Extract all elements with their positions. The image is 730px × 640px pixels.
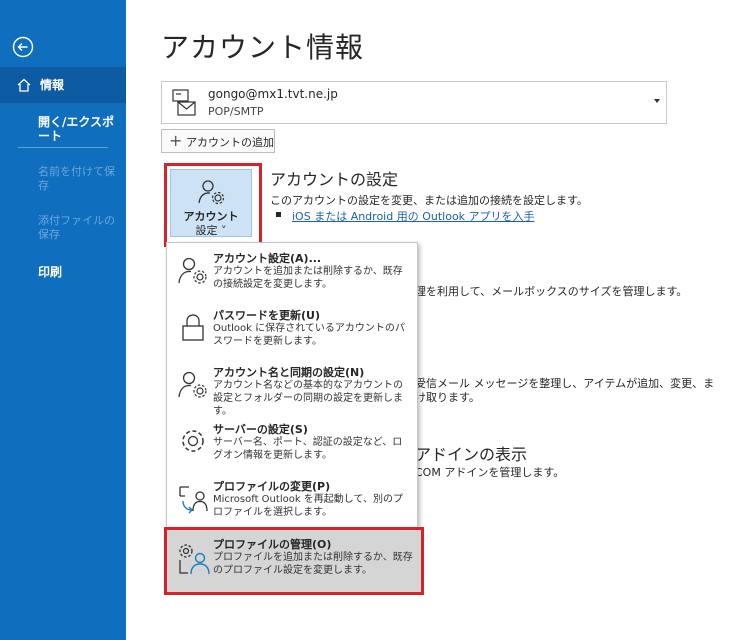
menu-item-change-profile[interactable]: プロファイルの変更(P) Microsoft Outlook を再起動して、別の… (167, 478, 417, 528)
account-type: POP/SMTP (208, 105, 264, 118)
gear-icon (182, 430, 204, 452)
user-gear-icon (178, 371, 207, 398)
account-settings-menu: アカウント設定(A)... アカウントを追加または削除するか、既存の接続設定を変… (166, 242, 418, 530)
menu-item-desc: サーバー名、ポート、認証の設定など、ログオン情報を更新します。 (213, 437, 403, 461)
addins-title: アドインの表示 (415, 445, 528, 464)
menu-item-title: プロファイルの管理(O) (213, 538, 332, 551)
account-selector[interactable]: gongo@mx1.tvt.ne.jp POP/SMTP (161, 81, 667, 124)
nav-item-save-attachments[interactable]: 添付ファイルの保存 (38, 214, 118, 242)
backstage-sidebar: 情報 開く/エクスポート 名前を付けて保存 添付ファイルの保存 印刷 (0, 0, 126, 640)
menu-item-manage-profiles[interactable]: プロファイルの管理(O) プロファイルを追加または削除するか、既存のプロファイル… (167, 530, 421, 592)
lock-icon (182, 314, 204, 341)
profile-switch-icon (179, 486, 208, 514)
nav-item-open-export[interactable]: 開く/エクスポート (38, 115, 118, 143)
account-settings-button[interactable]: アカウント 設定 ˅ (170, 169, 252, 237)
menu-item-desc: アカウントを追加または削除するか、既存の接続設定を変更します。 (213, 266, 403, 290)
user-gear-icon (198, 180, 225, 205)
menu-item-server-settings[interactable]: サーバーの設定(S) サーバー名、ポート、認証の設定など、ログオン情報を更新しま… (167, 421, 417, 471)
menu-item-desc: プロファイルを追加または削除するか、既存のプロファイル設定を変更します。 (213, 552, 413, 576)
nav-item-info[interactable]: 情報 (0, 67, 126, 103)
user-gear-icon (178, 257, 207, 284)
menu-item-title: アカウント名と同期の設定(N) (213, 366, 365, 379)
account-settings-sublabel: 設定 ˅ (195, 224, 227, 237)
section-title: アカウントの設定 (270, 170, 399, 189)
menu-item-title: プロファイルの変更(P) (213, 480, 331, 493)
account-settings-highlight: アカウント 設定 ˅ (164, 163, 262, 247)
menu-item-title: アカウント設定(A)... (213, 252, 322, 265)
page-title: アカウント情報 (161, 31, 365, 64)
chevron-down-icon[interactable] (654, 99, 660, 103)
nav-item-info-label: 情報 (40, 78, 65, 92)
menu-item-title: サーバーの設定(S) (213, 423, 308, 436)
menu-item-account-settings[interactable]: アカウント設定(A)... アカウントを追加または削除するか、既存の接続設定を変… (167, 250, 417, 300)
menu-item-update-password[interactable]: パスワードを更新(U) Outlook に保存されているアカウントのパスワードを… (167, 307, 417, 357)
section-description: このアカウントの設定を変更、または追加の接続を設定します。 (270, 194, 588, 207)
manage-profiles-highlight: プロファイルの管理(O) プロファイルを追加または削除するか、既存のプロファイル… (164, 527, 424, 595)
mail-account-icon (172, 89, 196, 116)
menu-item-title: パスワードを更新(U) (213, 309, 320, 322)
get-outlook-app-link[interactable]: iOS または Android 用の Outlook アプリを入手 (292, 208, 535, 224)
home-icon (17, 78, 31, 92)
nav-divider (18, 147, 108, 148)
add-account-button[interactable]: + アカウントの追加 (161, 129, 275, 153)
menu-item-name-sync-settings[interactable]: アカウント名と同期の設定(N) アカウント名などの基本的なアカウントの設定とフォ… (167, 364, 417, 417)
back-arrow-icon[interactable] (12, 36, 34, 58)
profile-gear-icon (179, 544, 210, 575)
menu-item-desc: Microsoft Outlook を再起動して、別のプロファイルを選択します。 (213, 494, 404, 518)
nav-item-save-as[interactable]: 名前を付けて保存 (38, 165, 118, 193)
add-account-label: アカウントの追加 (186, 136, 274, 149)
mailbox-settings-text: 理を利用して、メールボックスのサイズを管理します。 (415, 285, 688, 298)
addins-desc: COM アドインを管理します。 (415, 466, 565, 479)
nav-item-print[interactable]: 印刷 (38, 265, 118, 279)
plus-icon: + (169, 131, 183, 150)
rules-alerts-text-2: け取ります。 (415, 391, 480, 404)
menu-item-desc: アカウント名などの基本的なアカウントの設定とフォルダーの同期の設定を更新します。 (213, 380, 403, 417)
menu-item-desc: Outlook に保存されているアカウントのパスワードを更新します。 (213, 323, 405, 347)
bullet-icon (276, 212, 281, 217)
account-email: gongo@mx1.tvt.ne.jp (208, 87, 338, 101)
